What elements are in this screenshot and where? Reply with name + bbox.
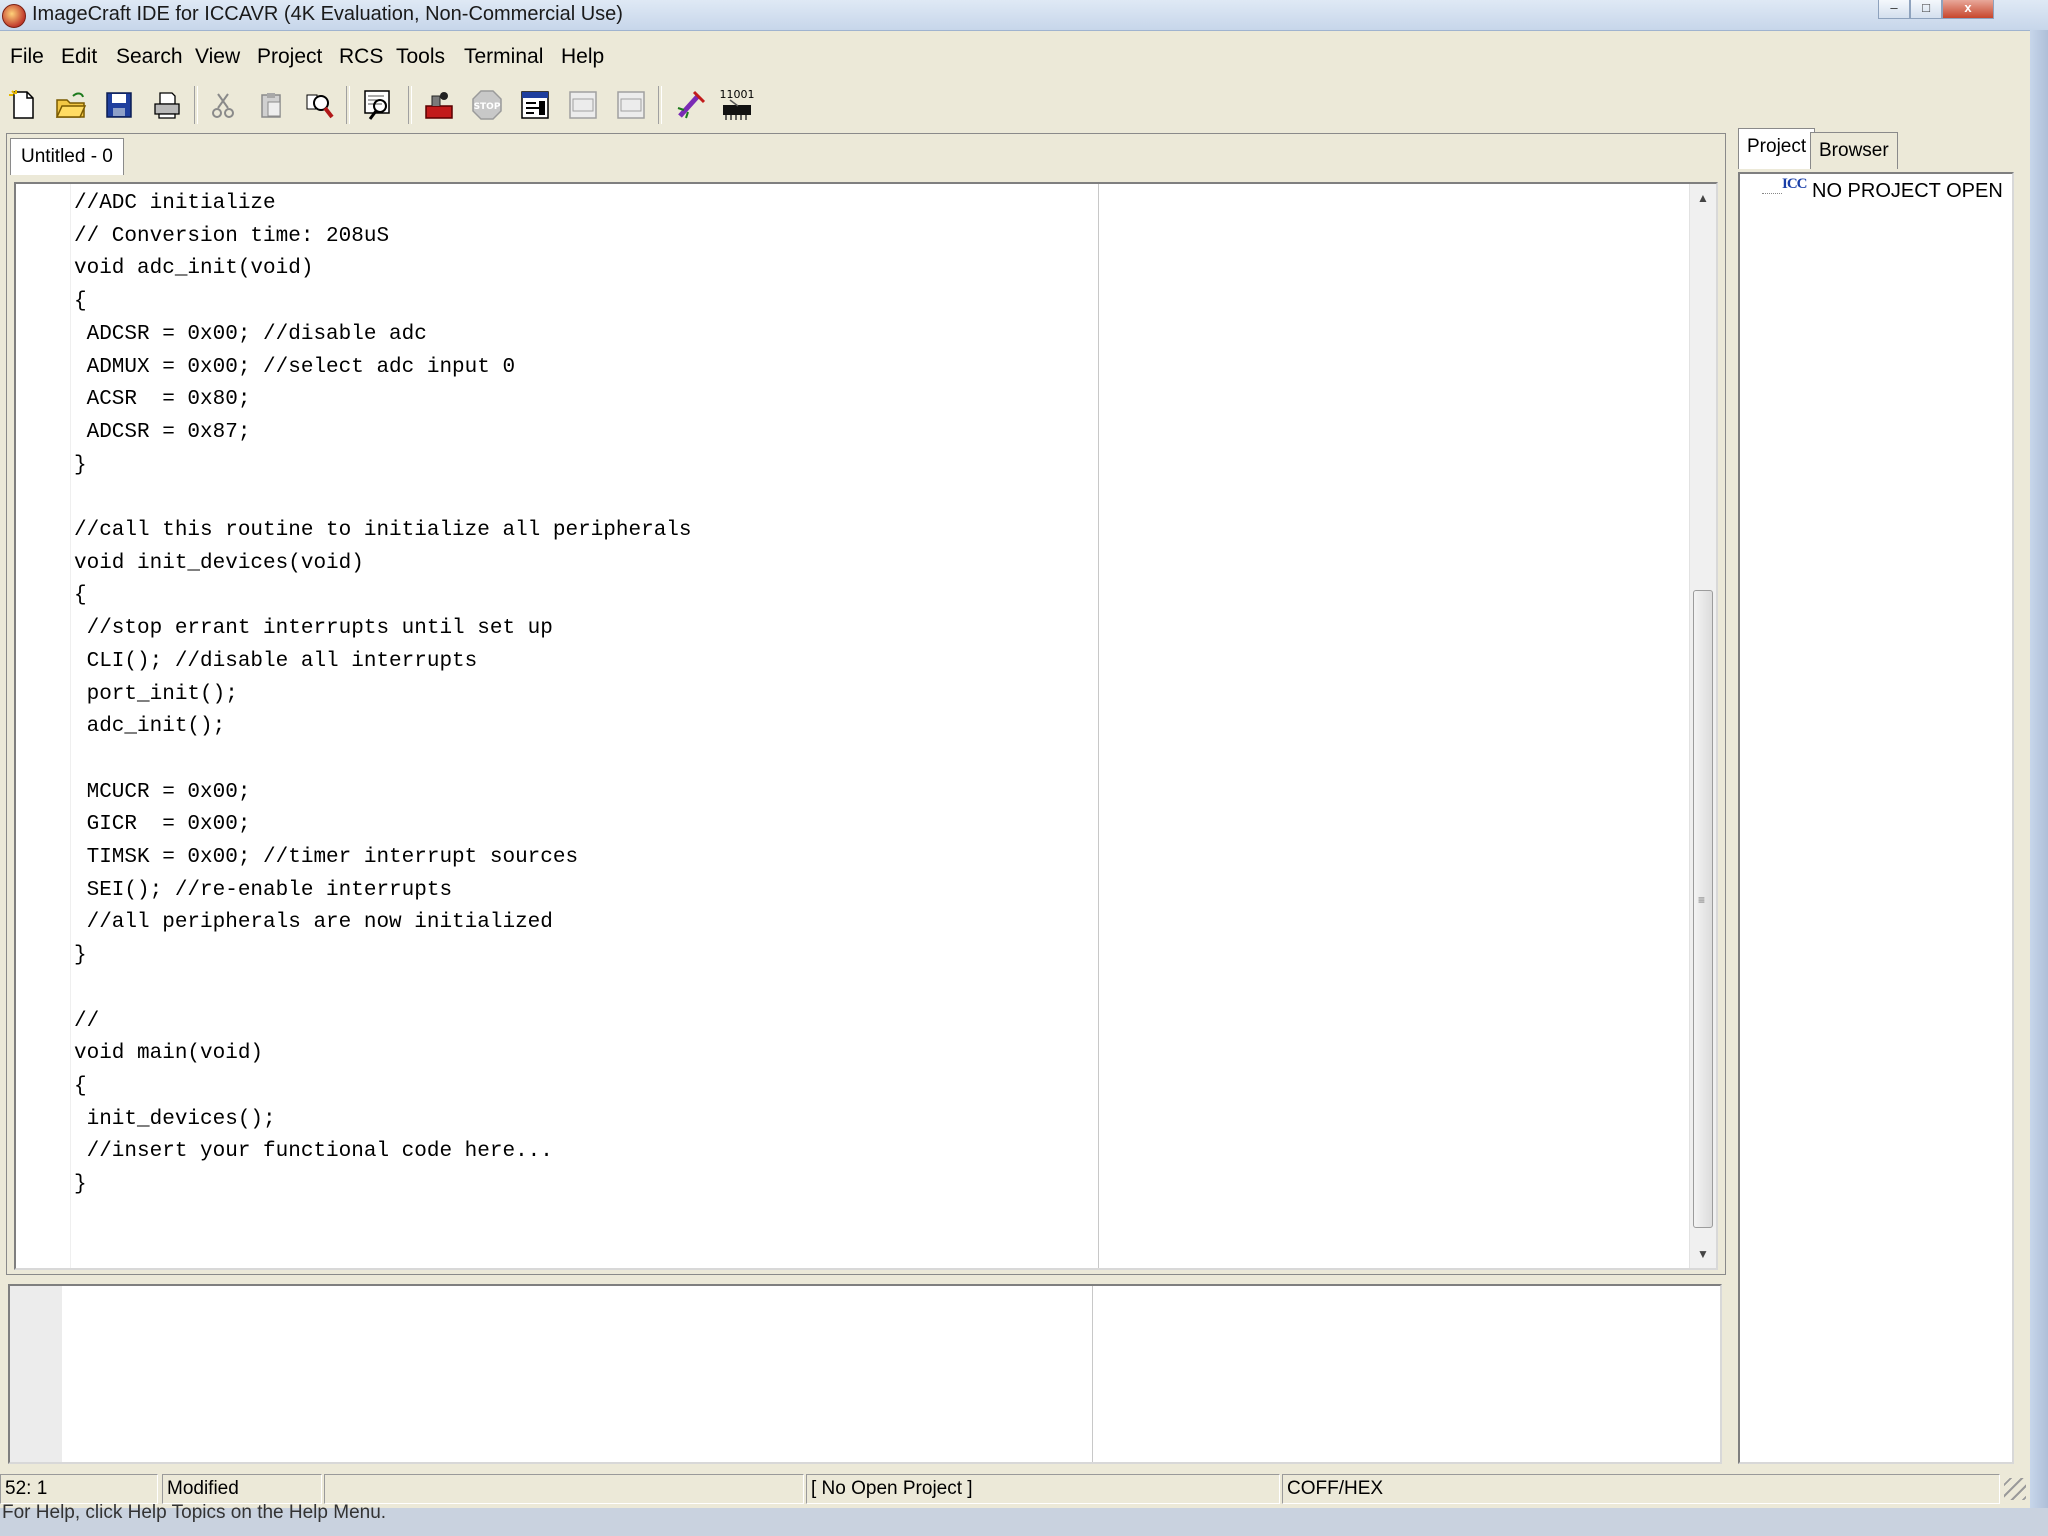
menu-search[interactable]: Search	[116, 45, 183, 69]
help-hint-bar: For Help, click Help Topics on the Help …	[0, 1502, 2048, 1536]
tab-browser[interactable]: Browser	[1810, 132, 1898, 169]
toolbar-separator	[194, 86, 198, 124]
toolbar: STOP 11001	[0, 80, 2030, 130]
save-button[interactable]	[100, 86, 138, 124]
menu-project[interactable]: Project	[257, 45, 322, 69]
svg-text:11001: 11001	[720, 88, 755, 101]
print-button[interactable]	[148, 86, 186, 124]
toolbar-separator	[408, 86, 412, 124]
output-pane[interactable]	[8, 1284, 1722, 1464]
paste-button[interactable]	[252, 86, 290, 124]
paste-icon	[261, 93, 281, 118]
code-editor[interactable]: //ADC initialize // Conversion time: 208…	[14, 182, 1718, 1270]
make-all-button[interactable]	[612, 86, 650, 124]
make-disabled-icon	[569, 91, 597, 119]
icc-project-icon: ICC	[1782, 176, 1808, 192]
help-hint-text: For Help, click Help Topics on the Help …	[2, 1502, 387, 1523]
application-builder-button[interactable]	[672, 86, 710, 124]
menu-file[interactable]: File	[10, 45, 44, 69]
resize-grip-icon[interactable]	[2004, 1478, 2026, 1500]
toolbar-separator	[658, 86, 662, 124]
open-folder-icon	[55, 92, 87, 118]
tree-connector	[1762, 193, 1782, 194]
make-button[interactable]	[564, 86, 602, 124]
scroll-down-icon[interactable]: ▼	[1690, 1240, 1716, 1268]
grip-icon: ≡	[1698, 893, 1706, 907]
menu-rcs[interactable]: RCS	[339, 45, 383, 69]
toolbar-separator	[346, 86, 350, 124]
isp-programmer-button[interactable]: 11001	[718, 86, 756, 124]
output-format: COFF/HEX	[1282, 1474, 2000, 1504]
project-status: [ No Open Project ]	[806, 1474, 1280, 1504]
menu-bar: File Edit Search View Project RCS Tools …	[0, 40, 2030, 74]
make-all-disabled-icon	[617, 91, 645, 119]
side-panel: Project Browser ICC NO PROJECT OPEN	[1730, 128, 2020, 1464]
tab-untitled-0[interactable]: Untitled - 0	[10, 138, 124, 175]
find-icon	[306, 94, 334, 119]
menu-tools[interactable]: Tools	[396, 45, 445, 69]
open-button[interactable]	[52, 86, 90, 124]
project-tree[interactable]: ICC NO PROJECT OPEN	[1738, 172, 2014, 1464]
compile-button[interactable]	[516, 86, 554, 124]
cut-icon	[212, 93, 234, 118]
output-gutter	[10, 1286, 62, 1462]
print-icon	[154, 92, 180, 119]
menu-view[interactable]: View	[195, 45, 240, 69]
menu-edit[interactable]: Edit	[61, 45, 97, 69]
find-in-files-icon	[364, 90, 390, 120]
tree-root-label[interactable]: NO PROJECT OPEN	[1812, 180, 2003, 203]
menu-terminal[interactable]: Terminal	[464, 45, 543, 69]
scrollbar-thumb[interactable]: ≡	[1693, 590, 1713, 1228]
stop-button[interactable]: STOP	[468, 86, 506, 124]
imagecraft-app-icon[interactable]	[2, 4, 26, 28]
save-icon	[106, 92, 132, 118]
application-builder-icon	[677, 90, 706, 119]
build-icon	[425, 92, 453, 119]
output-margin-line	[1092, 1286, 1093, 1462]
window-border	[2030, 30, 2048, 1508]
vertical-scrollbar[interactable]: ▲ ≡ ▼	[1689, 184, 1716, 1268]
stop-icon: STOP	[472, 90, 502, 120]
title-bar[interactable]: ImageCraft IDE for ICCAVR (4K Evaluation…	[0, 0, 2048, 31]
new-file-button[interactable]	[4, 86, 42, 124]
modified-indicator: Modified	[162, 1474, 322, 1504]
cut-button[interactable]	[204, 86, 242, 124]
source-code[interactable]: //ADC initialize // Conversion time: 208…	[74, 188, 692, 1202]
find-in-files-button[interactable]	[360, 86, 398, 124]
status-bar: 52: 1 Modified [ No Open Project ] COFF/…	[0, 1472, 2030, 1506]
svg-text:STOP: STOP	[474, 102, 501, 112]
find-button[interactable]	[300, 86, 338, 124]
tab-project[interactable]: Project	[1738, 128, 1816, 169]
isp-programmer-icon: 11001	[720, 88, 755, 120]
cursor-position: 52: 1	[0, 1474, 158, 1504]
scroll-up-icon[interactable]: ▲	[1690, 184, 1716, 212]
close-button[interactable]: x	[1942, 0, 1994, 19]
minimize-button[interactable]: –	[1878, 0, 1910, 19]
menu-help[interactable]: Help	[561, 45, 604, 69]
status-empty-cell	[324, 1474, 804, 1504]
maximize-button[interactable]: □	[1910, 0, 1942, 19]
build-button[interactable]	[420, 86, 458, 124]
window-title: ImageCraft IDE for ICCAVR (4K Evaluation…	[32, 3, 623, 25]
new-file-icon	[9, 90, 34, 119]
compile-to-output-icon	[521, 91, 549, 119]
right-margin-line	[1098, 184, 1099, 1268]
editor-gutter	[16, 184, 71, 1268]
